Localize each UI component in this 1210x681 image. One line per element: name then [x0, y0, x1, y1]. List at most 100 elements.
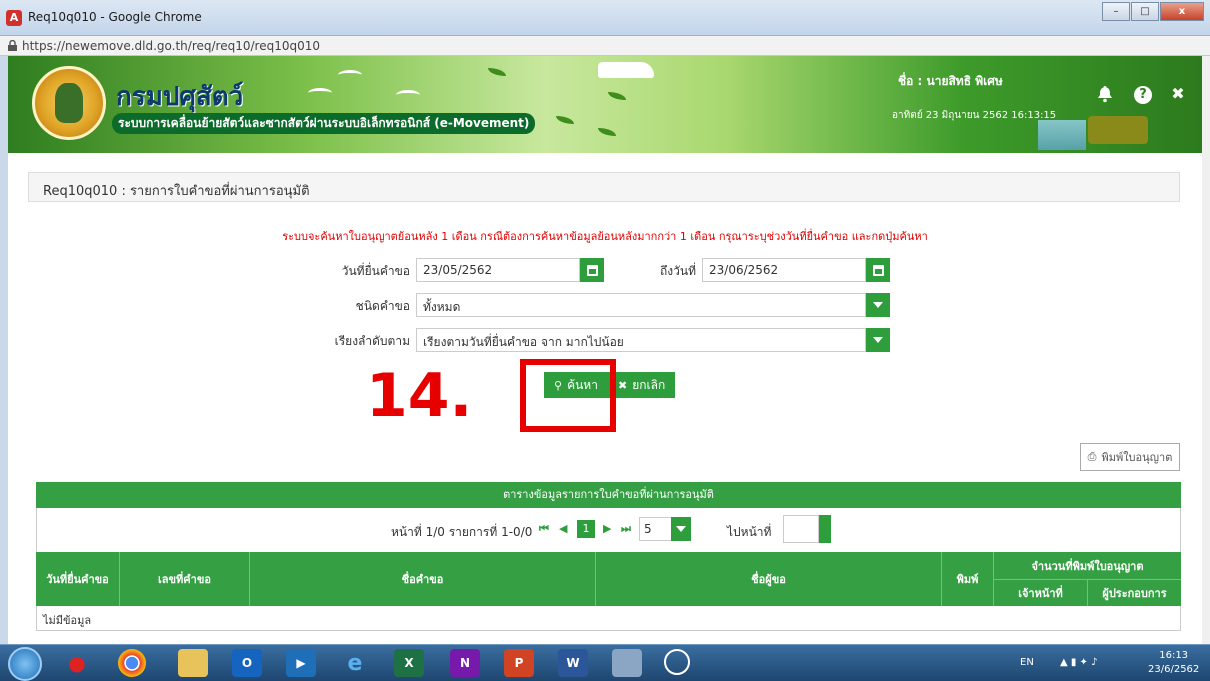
chevron-down-icon	[873, 337, 883, 343]
page-size-select[interactable]: 5	[639, 517, 673, 541]
col-print: พิมพ์	[942, 552, 994, 606]
goto-page-input[interactable]	[783, 515, 819, 543]
col-submit-date[interactable]: วันที่ยื่นคำขอ	[36, 552, 120, 606]
url-text[interactable]: https://newemove.dld.go.th/req/req10/req…	[22, 39, 320, 53]
highlight-box	[520, 359, 616, 432]
maximize-button[interactable]: □	[1131, 2, 1159, 21]
clock-app-icon[interactable]	[664, 649, 690, 675]
brand-title: กรมปศุสัตว์	[116, 82, 244, 112]
empty-table-text: ไม่มีข้อมูล	[43, 614, 92, 627]
date-to-input[interactable]	[702, 258, 866, 282]
bird-decoration	[338, 70, 362, 80]
print-permit-button[interactable]: ⎙ พิมพ์ใบอนุญาต	[1080, 443, 1180, 471]
pager-info: หน้าที่ 1/0 รายการที่ 1-0/0	[391, 525, 533, 539]
cancel-button-label: ยกเลิก	[632, 377, 666, 392]
col-request-name[interactable]: ชื่อคำขอ	[250, 552, 596, 606]
printer-icon: ⎙	[1087, 450, 1097, 463]
media-player-icon[interactable]: ▶	[286, 649, 316, 677]
request-type-label: ชนิดคำขอ	[355, 299, 410, 313]
bell-icon[interactable]	[1095, 84, 1115, 104]
first-page-icon[interactable]: ⏮	[539, 522, 549, 536]
window-titlebar: A Req10q010 - Google Chrome – □ x	[0, 0, 1210, 36]
angular-app-icon: A	[6, 10, 22, 26]
leaf-decoration	[598, 128, 616, 136]
network-app-icon[interactable]	[612, 649, 642, 677]
window-title: Req10q010 - Google Chrome	[28, 10, 202, 24]
last-page-icon[interactable]: ⏭	[621, 522, 631, 536]
brand-subtitle: ระบบการเคลื่อนย้ายสัตว์และซากสัตว์ผ่านระ…	[112, 113, 536, 134]
start-button[interactable]	[8, 647, 42, 681]
table-title: ตารางข้อมูลรายการใบคำขอที่ผ่านการอนุมัติ	[36, 482, 1181, 508]
col-applicant[interactable]: ชื่อผู้ขอ	[596, 552, 942, 606]
lock-icon	[8, 40, 17, 51]
bird-decoration	[308, 88, 332, 98]
truck-decoration	[1088, 116, 1148, 144]
date-from-calendar-button[interactable]	[580, 258, 604, 282]
col-officer: เจ้าหน้าที่	[994, 579, 1088, 606]
page-viewport: กรมปศุสัตว์ ระบบการเคลื่อนย้ายสัตว์และซา…	[8, 56, 1202, 644]
header-banner: กรมปศุสัตว์ ระบบการเคลื่อนย้ายสัตว์และซา…	[8, 56, 1202, 153]
chrome-app-icon[interactable]	[118, 649, 146, 677]
date-to-calendar-button[interactable]	[866, 258, 890, 282]
page-scrollbar[interactable]	[1202, 56, 1210, 644]
sort-dropdown-button[interactable]	[866, 328, 890, 352]
system-clock[interactable]: 16:13 23/6/2562	[1148, 649, 1199, 677]
window-controls: – □ x	[1101, 2, 1204, 21]
col-print-count: จำนวนที่พิมพ์ใบอนุญาต	[1031, 559, 1144, 573]
date-from-input[interactable]	[416, 258, 580, 282]
table-row: ไม่มีข้อมูล	[36, 606, 1181, 631]
search-notice: ระบบจะค้นหาใบอนุญาตย้อนหลัง 1 เดือน กรณี…	[282, 230, 928, 243]
file-explorer-icon[interactable]	[178, 649, 208, 677]
city-decoration	[1038, 120, 1086, 150]
next-page-icon[interactable]: ▶	[603, 522, 611, 535]
logout-icon[interactable]: ✖	[1168, 84, 1188, 104]
sort-select[interactable]: เรียงตามวันที่ยื่นคำขอ จาก มากไปน้อย	[416, 328, 866, 352]
close-icon: ✖	[618, 378, 628, 392]
word-app-icon[interactable]: W	[558, 649, 588, 677]
step-annotation: 14.	[366, 361, 473, 431]
address-bar[interactable]: https://newemove.dld.go.th/req/req10/req…	[0, 36, 1210, 56]
clock-time: 16:13	[1159, 650, 1189, 661]
cancel-button[interactable]: ✖ ยกเลิก	[608, 372, 676, 398]
onenote-app-icon[interactable]: N	[450, 649, 480, 677]
page-title: Req10q010 : รายการใบคำขอที่ผ่านการอนุมัต…	[43, 184, 310, 199]
col-operator: ผู้ประกอบการ	[1088, 579, 1181, 606]
goto-page-label: ไปหน้าที่	[727, 525, 772, 539]
language-indicator[interactable]: EN	[1020, 657, 1034, 668]
goto-page-spinner[interactable]	[819, 515, 831, 543]
clock-date: 23/6/2562	[1148, 664, 1200, 675]
pagination-bar: หน้าที่ 1/0 รายการที่ 1-0/0 ⏮ ◀ 1 ▶ ⏭ 5 …	[36, 508, 1181, 552]
request-type-dropdown-button[interactable]	[866, 293, 890, 317]
page-title-bar: Req10q010 : รายการใบคำขอที่ผ่านการอนุมัต…	[28, 172, 1180, 202]
chevron-down-icon	[873, 302, 883, 308]
print-permit-label: พิมพ์ใบอนุญาต	[1101, 451, 1173, 464]
dld-logo	[32, 66, 106, 140]
user-name: ชื่อ : นายสิทธิ พิเศษ	[898, 74, 1003, 88]
chevron-down-icon	[676, 526, 686, 532]
col-request-no[interactable]: เลขที่คำขอ	[120, 552, 250, 606]
taskbar: ● O ▶ e X N P W EN ▲ ▮ ✦ ♪ 16:13 23/6/25…	[0, 644, 1210, 681]
table-header: วันที่ยื่นคำขอ เลขที่คำขอ ชื่อคำขอ ชื่อผ…	[36, 552, 1181, 606]
powerpoint-app-icon[interactable]: P	[504, 649, 534, 677]
calendar-icon	[872, 264, 884, 276]
request-type-select[interactable]: ทั้งหมด	[416, 293, 866, 317]
excel-app-icon[interactable]: X	[394, 649, 424, 677]
close-window-button[interactable]: x	[1160, 2, 1204, 21]
sort-label: เรียงลำดับตาม	[334, 334, 410, 348]
current-page[interactable]: 1	[577, 520, 595, 538]
leaf-decoration	[556, 116, 574, 124]
calendar-icon	[586, 264, 598, 276]
pin-app-icon[interactable]: ●	[62, 649, 92, 677]
date-from-label: วันที่ยื่นคำขอ	[341, 264, 410, 278]
bird-decoration	[396, 90, 420, 100]
prev-page-icon[interactable]: ◀	[559, 522, 567, 535]
outlook-app-icon[interactable]: O	[232, 649, 262, 677]
leaf-decoration	[488, 68, 506, 76]
leaf-decoration	[608, 92, 626, 100]
page-size-dropdown-button[interactable]	[671, 517, 691, 541]
tray-icons[interactable]: ▲ ▮ ✦ ♪	[1060, 657, 1098, 668]
airplane-decoration	[598, 62, 654, 78]
minimize-button[interactable]: –	[1102, 2, 1130, 21]
internet-explorer-icon[interactable]: e	[340, 649, 370, 677]
help-icon[interactable]: ?	[1134, 86, 1152, 104]
